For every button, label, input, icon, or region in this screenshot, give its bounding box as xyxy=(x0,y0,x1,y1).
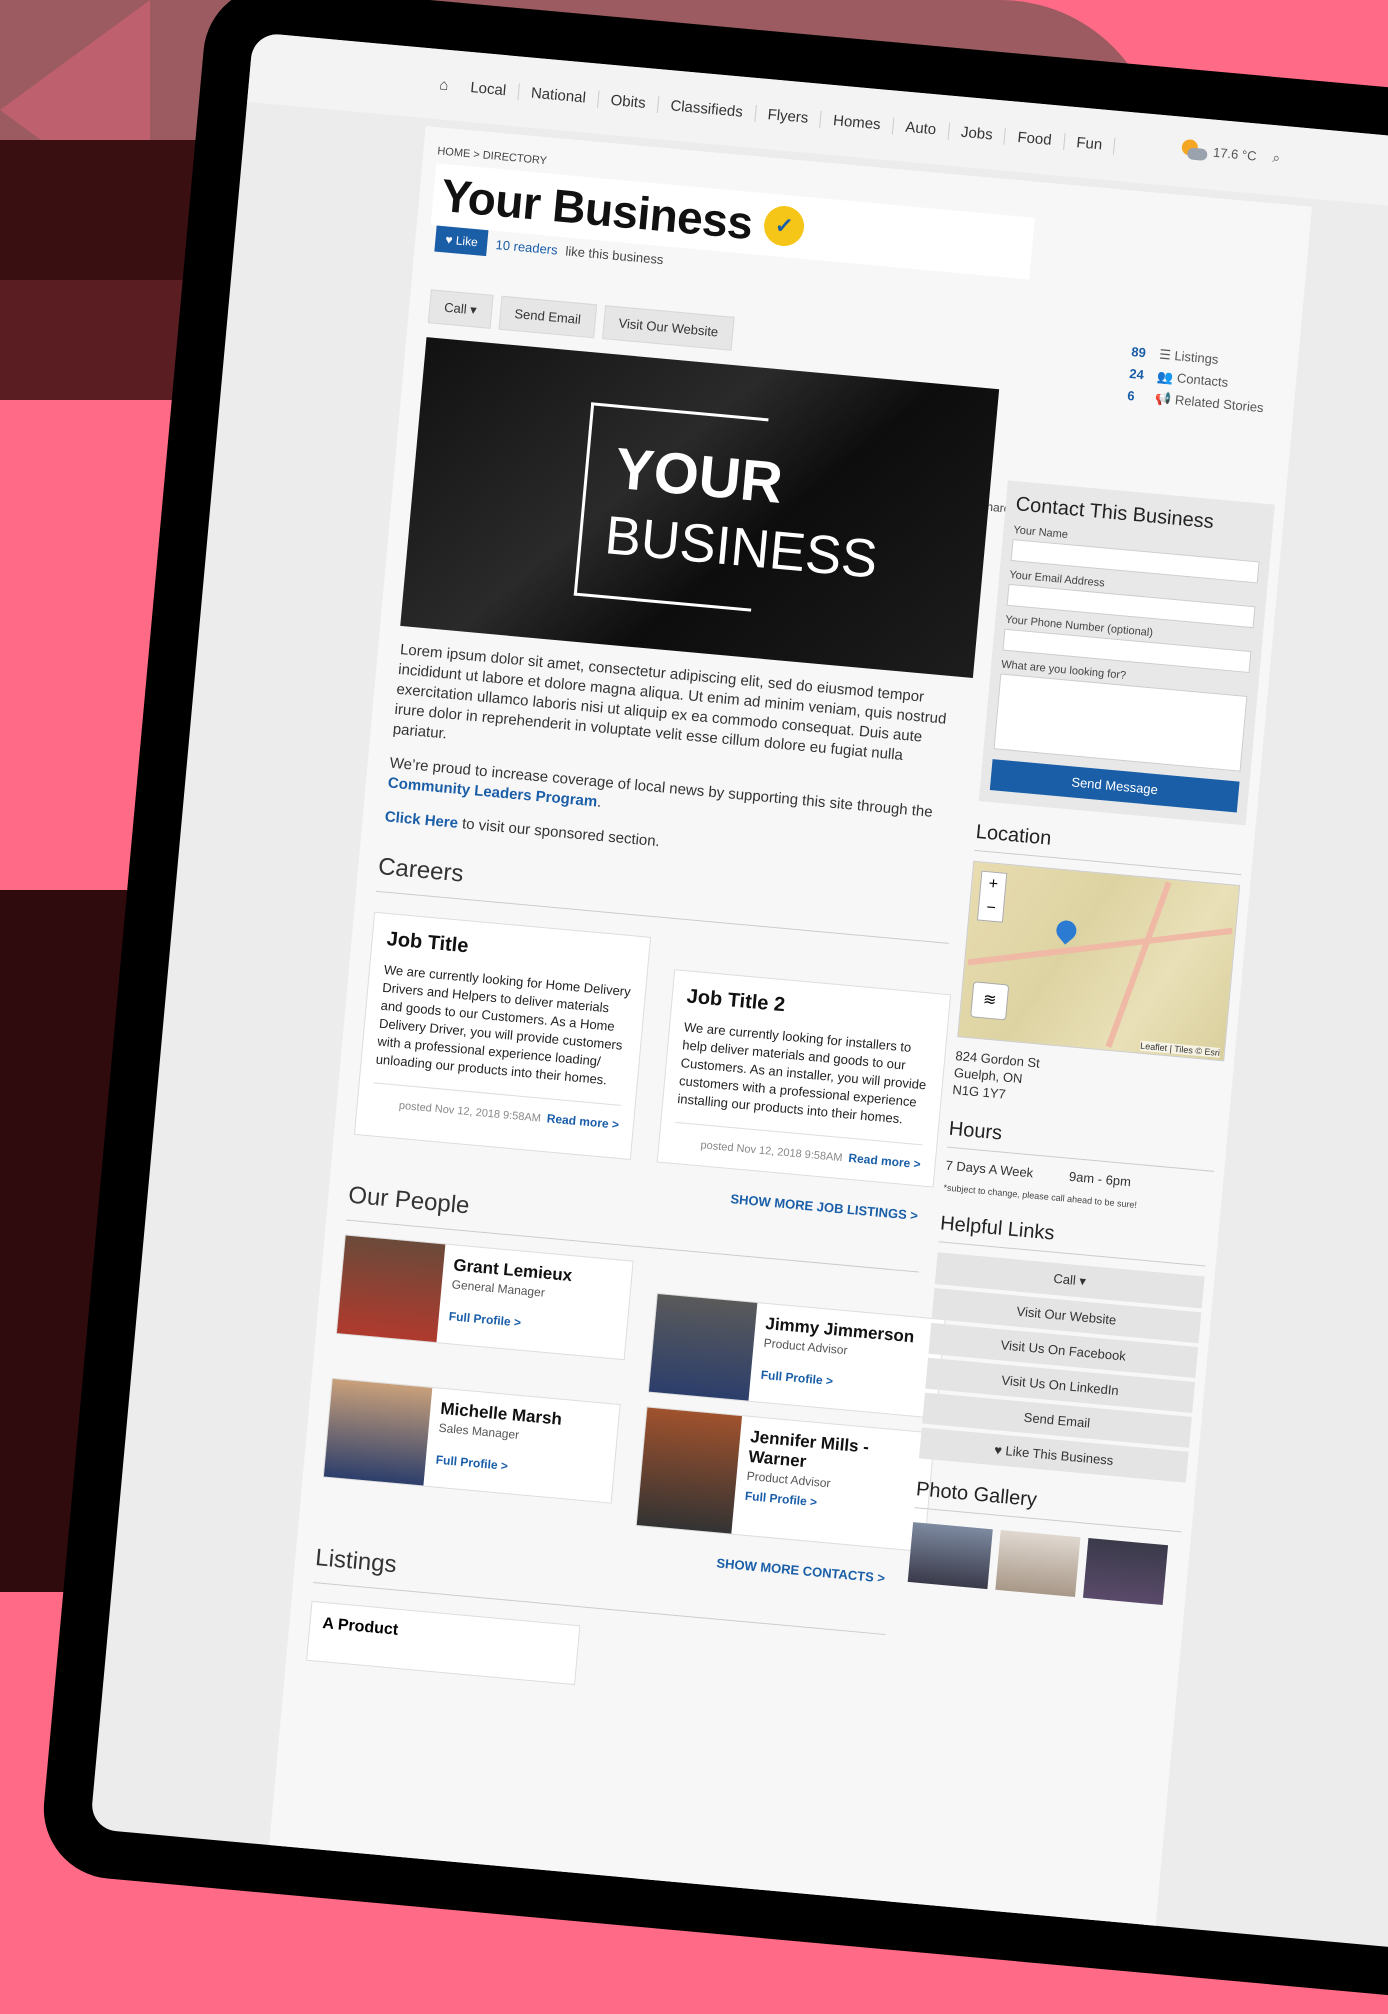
description: Lorem ipsum dolor sit amet, consectetur … xyxy=(384,640,959,878)
call-button[interactable]: Call ▾ xyxy=(427,289,494,329)
avatar xyxy=(336,1235,446,1343)
address: 824 Gordon St Guelph, ON N1G 1Y7 xyxy=(952,1047,1224,1122)
map-road xyxy=(1105,881,1172,1048)
contact-form: Contact This Business Your Name Your Ema… xyxy=(978,480,1275,826)
verified-badge-icon: ✓ xyxy=(762,204,806,248)
stat-label: Contacts xyxy=(1176,370,1229,390)
nav-homes[interactable]: Homes xyxy=(820,110,895,135)
partly-cloudy-icon xyxy=(1180,139,1208,161)
person-card: Michelle Marsh Sales Manager Full Profil… xyxy=(322,1377,621,1504)
click-here-link[interactable]: Click Here xyxy=(384,808,459,832)
full-profile-link[interactable]: Full Profile > xyxy=(435,1453,558,1478)
person-card: Grant Lemieux General Manager Full Profi… xyxy=(335,1234,634,1361)
zoom-controls[interactable]: + − xyxy=(976,870,1008,923)
nav-national[interactable]: National xyxy=(518,83,600,108)
job-card: Job Title 2 We are currently looking for… xyxy=(656,969,952,1188)
person-info: Jennifer Mills - Warner Product Advisor … xyxy=(731,1416,934,1551)
tablet-frame: ⌂ Local National Obits Classifieds Flyer… xyxy=(37,0,1388,2014)
readers-count[interactable]: 10 readers xyxy=(495,237,558,258)
main-page: HOME > DIRECTORY Your Business ✓ ♥ Like … xyxy=(262,126,1312,1962)
map-attribution[interactable]: Leaflet | Tiles © Esri xyxy=(1139,1040,1221,1058)
gallery-photo[interactable] xyxy=(1082,1538,1169,1606)
stat-number: 6 xyxy=(1126,387,1136,404)
temperature: 17.6 °C xyxy=(1212,144,1258,164)
gallery-photo[interactable] xyxy=(995,1530,1081,1598)
layers-icon[interactable]: ≋ xyxy=(970,981,1010,1021)
map-pin-icon[interactable] xyxy=(1052,916,1081,945)
like-button[interactable]: ♥ Like xyxy=(434,225,489,257)
stat-label: Listings xyxy=(1173,347,1220,367)
map-road xyxy=(967,927,1233,966)
nav-fun[interactable]: Fun xyxy=(1063,132,1116,155)
gallery-photo[interactable] xyxy=(907,1522,993,1590)
person-card: Jennifer Mills - Warner Product Advisor … xyxy=(635,1406,936,1553)
nav-local[interactable]: Local xyxy=(457,77,520,100)
full-profile-link[interactable]: Full Profile > xyxy=(760,1368,910,1395)
weather-widget[interactable]: 17.6 °C ⌕ xyxy=(1180,139,1282,168)
person-info: Grant Lemieux General Manager Full Profi… xyxy=(436,1245,583,1355)
read-more-link[interactable]: Read more > xyxy=(546,1111,619,1132)
nav-obits[interactable]: Obits xyxy=(598,90,660,113)
nav-classifieds[interactable]: Classifieds xyxy=(657,95,757,122)
stats-panel: 89 ☰ Listings 24 👥 Contacts 6 📢 Related Sto… xyxy=(1126,341,1268,419)
nav-jobs[interactable]: Jobs xyxy=(948,122,1007,145)
stat-label: Related Stories xyxy=(1174,392,1265,416)
hero-banner: YOUR BUSINESS xyxy=(400,337,1000,679)
person-info: Jimmy Jimmerson Product Advisor Full Pro… xyxy=(748,1303,925,1416)
full-profile-link[interactable]: Full Profile > xyxy=(448,1309,568,1334)
avatar xyxy=(636,1407,743,1534)
read-more-link[interactable]: Read more > xyxy=(848,1151,921,1172)
tablet-screen: ⌂ Local National Obits Classifieds Flyer… xyxy=(89,32,1388,1962)
hours-time: 9am - 6pm xyxy=(1068,1168,1132,1190)
stat-number: 89 xyxy=(1130,344,1147,361)
description-text: to visit our sponsored section. xyxy=(461,815,661,851)
stat-number: 24 xyxy=(1128,365,1145,383)
readers-suffix: like this business xyxy=(564,242,665,267)
person-info: Michelle Marsh Sales Manager Full Profil… xyxy=(423,1388,573,1498)
listing-card[interactable]: A Product xyxy=(306,1600,581,1686)
search-icon[interactable]: ⌕ xyxy=(1272,149,1281,167)
job-text: We are currently looking for installers … xyxy=(676,1019,927,1127)
visit-website-button[interactable]: Visit Our Website xyxy=(602,305,735,351)
job-text: We are currently looking for Home Delive… xyxy=(375,961,632,1088)
avatar xyxy=(323,1378,433,1486)
nav-auto[interactable]: Auto xyxy=(892,117,950,140)
avatar xyxy=(648,1293,758,1401)
job-posted-date: posted Nov 12, 2018 9:58AM xyxy=(700,1139,843,1165)
send-email-button[interactable]: Send Email xyxy=(498,295,598,339)
hours-days: 7 Days A Week xyxy=(944,1157,1034,1181)
home-icon[interactable]: ⌂ xyxy=(439,76,460,95)
job-footer: posted Nov 12, 2018 9:58AM Read more > xyxy=(371,1082,621,1132)
location-map[interactable]: + − ≋ Leaflet | Tiles © Esri xyxy=(957,860,1241,1062)
job-footer: posted Nov 12, 2018 9:58AM Read more > xyxy=(672,1121,923,1172)
photo-gallery-title: Photo Gallery xyxy=(914,1478,1185,1533)
job-card: Job Title We are currently looking for H… xyxy=(353,911,652,1160)
person-card: Jimmy Jimmerson Product Advisor Full Pro… xyxy=(647,1292,946,1419)
photo-gallery xyxy=(907,1522,1180,1606)
nav-food[interactable]: Food xyxy=(1004,127,1066,150)
like-label: Like xyxy=(455,233,479,250)
nav-flyers[interactable]: Flyers xyxy=(754,104,823,128)
job-posted-date: posted Nov 12, 2018 9:58AM xyxy=(398,1099,542,1125)
